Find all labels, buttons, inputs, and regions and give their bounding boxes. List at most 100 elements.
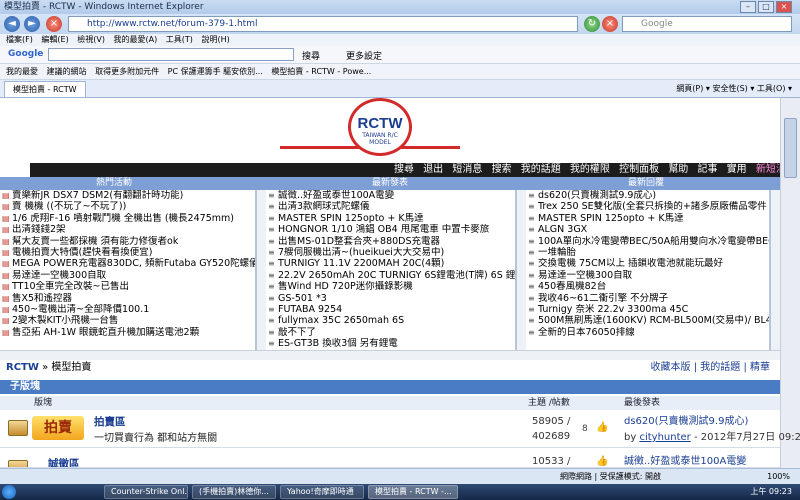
nav-notes[interactable]: 記事 — [698, 164, 718, 175]
list-item[interactable]: 500M無刷馬達(1600KV) RCM-BL500M(交易中)/ BL430S… — [526, 315, 769, 326]
list-item[interactable]: 交換電機 75CM以上 插鎖收電池就能玩最好 — [526, 258, 769, 269]
list-item[interactable]: 出清3款網球式陀螺儀 — [266, 201, 515, 212]
back-icon[interactable]: ◄ — [4, 16, 20, 32]
last-post-user[interactable]: cityhunter — [639, 432, 690, 443]
list-item[interactable]: 一堆輪胎 — [526, 247, 769, 258]
latest-reply-scrollbar[interactable] — [770, 190, 780, 350]
task-ie-rctw[interactable]: 模型拍賣 - RCTW -... — [368, 485, 458, 499]
nav-control-panel[interactable]: 控制面板 — [619, 164, 659, 175]
list-item[interactable]: HONGNOR 1/10 鴻錩 OB4 甩尾電車 中置卡麥旅 — [266, 224, 515, 235]
task-counter-strike[interactable]: Counter-Strike Onl... — [104, 485, 188, 499]
maximize-icon[interactable]: □ — [758, 1, 774, 13]
list-item[interactable]: 敲不下了 — [266, 327, 515, 338]
logo-subtext: TAIWAN R/C MODEL — [362, 132, 398, 146]
list-item[interactable]: 幫大友賣一些都採機 須有能力修復者ok — [0, 236, 255, 247]
list-item[interactable]: 22.2V 2650mAh 20C TURNIGY 6S鋰電池(T牌) 6S 鋰… — [266, 270, 515, 281]
list-item[interactable]: MASTER SPIN 125opto + K馬達 — [526, 213, 769, 224]
forum-name-wanted[interactable]: 誠徵區 — [48, 456, 80, 467]
menu-tools[interactable]: 工具(T) — [166, 35, 193, 44]
list-item[interactable]: 誠徵..好盈或泰世100A電變 — [266, 190, 515, 201]
list-item[interactable]: MEGA POWER充電器830DC, 頻新Futaba GY520陀螺儀 — [0, 258, 255, 269]
list-item[interactable]: 100A單向水冷電變帶BEC/50A船用雙向水冷電變帶BEC — [526, 236, 769, 247]
list-item[interactable]: fullymax 35C 2650mah 6S — [266, 315, 515, 326]
list-item[interactable]: GS-501 *3 — [266, 293, 515, 304]
list-item[interactable]: MASTER SPIN 125opto + K馬達 — [266, 213, 515, 224]
minimize-icon[interactable]: – — [740, 1, 756, 13]
google-more-link[interactable]: 更多設定 — [346, 49, 382, 62]
menu-file[interactable]: 檔案(F) — [6, 35, 33, 44]
list-item[interactable]: 電機拍賣大特價(趕快看看換便宜) — [0, 247, 255, 258]
stop2-icon[interactable]: × — [602, 16, 618, 32]
list-item[interactable]: TT10全車完全改裝~已售出 — [0, 281, 255, 292]
breadcrumb-home[interactable]: RCTW — [6, 362, 39, 373]
task-phone-auction[interactable]: (手機拍賣)林德你... — [192, 485, 276, 499]
list-item[interactable]: TURNIGY 11.1V 2200MAH 20C(4顆) — [266, 258, 515, 269]
nav-new-pm[interactable]: 新短消息 — [756, 164, 780, 175]
list-item[interactable]: 450~電機出清~全部降價100.1 — [0, 304, 255, 315]
start-button[interactable] — [2, 485, 16, 499]
list-item[interactable]: ds620(只賣機測試9.9成心) — [526, 190, 769, 201]
fav-pc-protect[interactable]: PC 保護運籌手 驅安依別... — [168, 67, 263, 76]
list-item[interactable]: ALGN 3GX — [526, 224, 769, 235]
forward-icon[interactable]: ► — [24, 16, 40, 32]
task-yahoo-messenger[interactable]: Yahoo!奇摩即時通 — [280, 485, 364, 499]
list-item[interactable]: 7艘伺服機出清~(hueikuei大大交易中) — [266, 247, 515, 258]
last-post-title-wanted[interactable]: 誠徵..好盈或泰世100A電變 — [624, 452, 746, 467]
page-scrollbar[interactable] — [780, 98, 800, 468]
close-icon[interactable]: × — [776, 1, 792, 13]
address-url: http://www.rctw.net/forum-379-1.html — [87, 19, 258, 29]
list-item[interactable]: 2變木製KIT小飛機一台售 — [0, 315, 255, 326]
google-search-input[interactable] — [48, 48, 294, 61]
menu-edit[interactable]: 編輯(E) — [41, 35, 68, 44]
list-item[interactable]: 出售MS-01D整套合夾+880DS充電器 — [266, 236, 515, 247]
command-bar[interactable]: 網頁(P) ▾ 安全性(S) ▾ 工具(O) ▾ — [676, 80, 792, 98]
fav-rctw[interactable]: 模型拍賣 - RCTW - Powe... — [271, 67, 371, 76]
list-item[interactable]: FUTABA 9254 — [266, 304, 515, 315]
nav-search[interactable]: 搜尋 — [394, 164, 414, 175]
list-item[interactable]: 出清錢錢2架 — [0, 224, 255, 235]
address-field[interactable]: http://www.rctw.net/forum-379-1.html — [68, 16, 578, 32]
google-search-button[interactable]: 搜尋 — [302, 49, 320, 62]
list-item[interactable]: 售X5和遙控器 — [0, 293, 255, 304]
latest-post-scrollbar[interactable] — [516, 190, 526, 350]
menu-view[interactable]: 檢視(V) — [77, 35, 105, 44]
nav-utilities[interactable]: 實用 — [727, 164, 747, 175]
last-post-title-auction[interactable]: ds620(只賣機測試9.9成心) — [624, 412, 748, 427]
nav-logout[interactable]: 退出 — [423, 164, 443, 175]
subforum-header: 子版塊 — [0, 380, 780, 394]
list-item[interactable]: 1/6 虎翔F-16 噴射戰鬥機 全機出售 (機長2475mm) — [0, 213, 255, 224]
hot-list-scrollbar[interactable] — [256, 190, 266, 350]
list-item[interactable]: 售Wind HD 720P迷你攝錄影機 — [266, 281, 515, 292]
list-item[interactable]: 賣樂新JR DSX7 DSM2(有翻翻計時功能) — [0, 190, 255, 201]
list-item[interactable]: 售亞拓 AH-1W 眼鏡蛇直升機加購送電池2顆 — [0, 327, 255, 338]
board-links[interactable]: 收藏本版 | 我的話題 | 精華 — [651, 360, 770, 376]
list-item[interactable]: 賣 機機 ((不玩了~不玩了)) — [0, 201, 255, 212]
nav-permissions[interactable]: 我的權限 — [570, 164, 610, 175]
zoom-level[interactable]: 100% — [767, 469, 790, 485]
list-item[interactable]: 我收46~61二衝引擎 不分牌子 — [526, 293, 769, 304]
tab-rctw[interactable]: 模型拍賣 - RCTW — [4, 81, 86, 97]
forum-name-auction[interactable]: 拍賣區 — [94, 414, 126, 429]
stop-icon[interactable]: × — [46, 16, 62, 32]
nav-my-topics[interactable]: 我的話題 — [521, 164, 561, 175]
list-item[interactable]: 450春風機82台 — [526, 281, 769, 292]
search-input[interactable]: Google — [622, 16, 792, 32]
list-item[interactable]: 易達達一空機300自取 — [526, 270, 769, 281]
list-item[interactable]: Trex 250 SE雙化版(全套只拆換的+諸多原廠備品零件 — [526, 201, 769, 212]
list-item[interactable]: Turnigy 奈米 22.2v 3300ma 45C — [526, 304, 769, 315]
list-item[interactable]: 易達達一空機300自取 — [0, 270, 255, 281]
nav-messages[interactable]: 短消息 — [452, 164, 482, 175]
nav-search2[interactable]: 搜索 — [492, 164, 512, 175]
nav-help[interactable]: 幫助 — [668, 164, 688, 175]
scrollbar-thumb[interactable] — [784, 118, 797, 178]
fav-addons[interactable]: 取得更多附加元件 — [95, 67, 159, 76]
fav-suggested[interactable]: 建議的網站 — [47, 67, 87, 76]
menu-help[interactable]: 說明(H) — [201, 35, 229, 44]
favorites-button[interactable]: 我的最愛 — [6, 67, 38, 76]
site-logo[interactable]: RCTW TAIWAN R/C MODEL — [348, 98, 412, 156]
horizontal-scrollbar[interactable] — [0, 350, 780, 360]
list-item[interactable]: 全新的日本76050排線 — [526, 327, 769, 338]
menu-favorites[interactable]: 我的最愛(A) — [114, 35, 158, 44]
list-item[interactable]: ES-GT3B 換收3個 另有鋰電 — [266, 338, 515, 349]
refresh-icon[interactable]: ↻ — [584, 16, 600, 32]
